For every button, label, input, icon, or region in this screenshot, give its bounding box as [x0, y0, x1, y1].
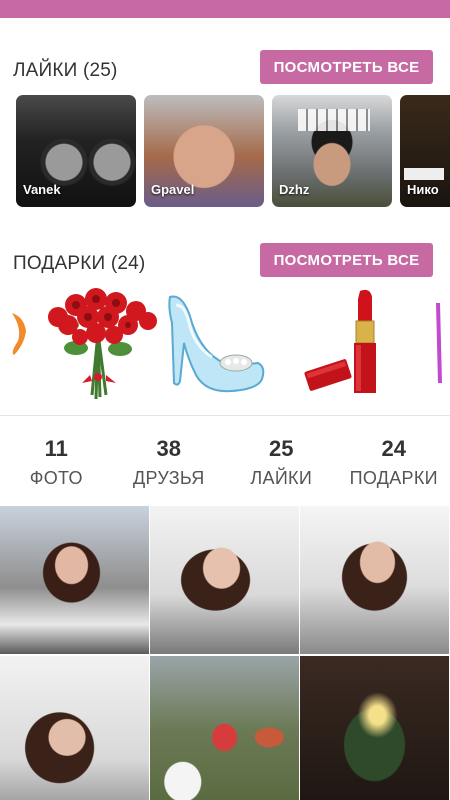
ceiling-light	[298, 109, 370, 131]
top-accent-bar	[0, 0, 450, 18]
gifts-carousel[interactable]	[0, 283, 450, 405]
likes-title: ЛАЙКИ (25)	[13, 60, 118, 81]
photo-thumbnail[interactable]	[300, 506, 449, 654]
stat-likes[interactable]: 25 ЛАЙКИ	[225, 428, 338, 498]
like-user-card[interactable]: Dzhz	[272, 95, 392, 207]
like-user-card[interactable]: Vanek	[16, 95, 136, 207]
stat-value: 25	[269, 436, 294, 461]
gifts-see-all-button[interactable]: ПОСМОТРЕТЬ ВСЕ	[260, 243, 433, 277]
gifts-title: ПОДАРКИ (24)	[13, 253, 146, 274]
like-user-name: Dzhz	[279, 182, 310, 197]
likes-see-all-button[interactable]: ПОСМОТРЕТЬ ВСЕ	[260, 50, 433, 84]
lipstick-icon[interactable]	[300, 283, 390, 405]
photo-thumbnail[interactable]	[0, 506, 149, 654]
partial-gift-icon[interactable]	[428, 283, 450, 405]
license-plate	[404, 168, 444, 180]
stat-label: ПОДАРКИ	[349, 468, 438, 488]
stat-photos[interactable]: 11 ФОТО	[0, 428, 113, 498]
like-user-name: Gpavel	[151, 182, 195, 197]
like-user-name: Vanek	[23, 182, 61, 197]
profile-stats: 11 ФОТО 38 ДРУЗЬЯ 25 ЛАЙКИ 24 ПОДАРКИ	[0, 428, 450, 498]
stat-value: 11	[44, 436, 68, 461]
photo-thumbnail[interactable]	[150, 506, 299, 654]
like-user-name: Нико	[407, 182, 439, 197]
photo-thumbnail[interactable]	[0, 656, 149, 800]
stat-value: 24	[381, 436, 406, 461]
glass-slipper-icon[interactable]	[162, 283, 272, 405]
roses-bouquet-icon[interactable]	[36, 283, 160, 405]
stat-gifts[interactable]: 24 ПОДАРКИ	[338, 428, 450, 498]
partial-gift-icon[interactable]	[0, 283, 30, 405]
photo-thumbnail[interactable]	[150, 656, 299, 800]
stat-value: 38	[156, 436, 181, 461]
section-divider	[0, 415, 450, 416]
gifts-header: ПОДАРКИ (24) ПОСМОТРЕТЬ ВСЕ	[0, 243, 450, 283]
stat-friends[interactable]: 38 ДРУЗЬЯ	[113, 428, 226, 498]
stat-label: ЛАЙКИ	[250, 468, 313, 488]
stat-label: ДРУЗЬЯ	[132, 468, 205, 488]
likes-carousel[interactable]: Vanek Gpavel Dzhz Нико	[0, 95, 450, 207]
like-user-card[interactable]: Gpavel	[144, 95, 264, 207]
photo-grid	[0, 506, 450, 800]
likes-header: ЛАЙКИ (25) ПОСМОТРЕТЬ ВСЕ	[0, 50, 450, 90]
stat-label: ФОТО	[29, 468, 83, 488]
photo-thumbnail[interactable]	[300, 656, 449, 800]
like-user-card[interactable]: Нико	[400, 95, 450, 207]
